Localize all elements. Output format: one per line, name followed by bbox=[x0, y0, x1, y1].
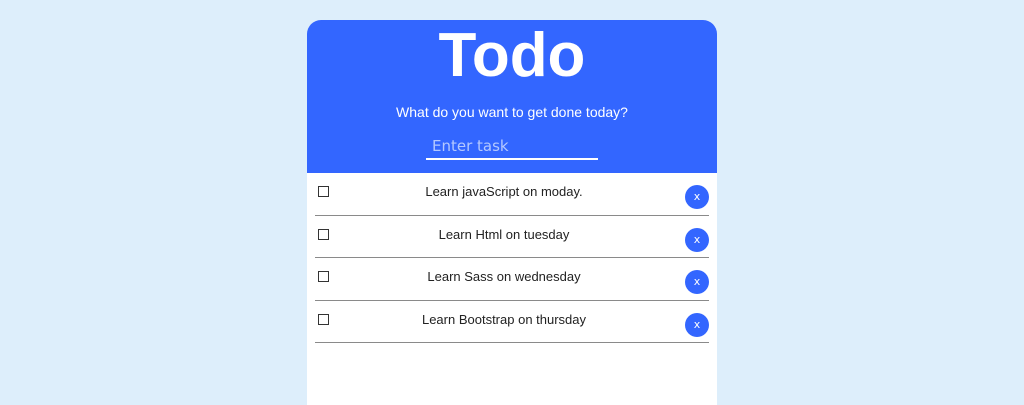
delete-button[interactable]: x bbox=[685, 270, 709, 294]
todo-checkbox[interactable] bbox=[318, 313, 329, 325]
todo-item: Learn Sass on wednesday x bbox=[315, 258, 709, 301]
todo-item: Learn Html on tuesday x bbox=[315, 216, 709, 258]
todo-item-text: Learn Html on tuesday bbox=[438, 226, 570, 242]
todo-list: Learn javaScript on moday. x Learn Html … bbox=[315, 173, 709, 343]
delete-button[interactable]: x bbox=[685, 312, 709, 337]
todo-header: Todo What do you want to get done today? bbox=[307, 20, 717, 173]
todo-checkbox[interactable] bbox=[318, 228, 329, 240]
delete-button[interactable]: x bbox=[685, 227, 709, 252]
todo-item-text: Learn Bootstrap on thursday bbox=[421, 311, 587, 327]
todo-item: Learn javaScript on moday. x bbox=[315, 173, 709, 216]
todo-checkbox[interactable] bbox=[318, 271, 329, 282]
todo-item-text: Learn javaScript on moday. bbox=[425, 184, 583, 199]
app-title: Todo bbox=[438, 21, 586, 90]
delete-button[interactable]: x bbox=[685, 185, 709, 209]
todo-card: Todo What do you want to get done today?… bbox=[307, 20, 717, 405]
app-subtitle: What do you want to get done today? bbox=[396, 104, 628, 120]
todo-item: Learn Bootstrap on thursday x bbox=[315, 301, 709, 343]
todo-item-text: Learn Sass on wednesday bbox=[427, 269, 581, 284]
todo-checkbox[interactable] bbox=[318, 186, 329, 197]
task-input[interactable] bbox=[426, 133, 598, 160]
